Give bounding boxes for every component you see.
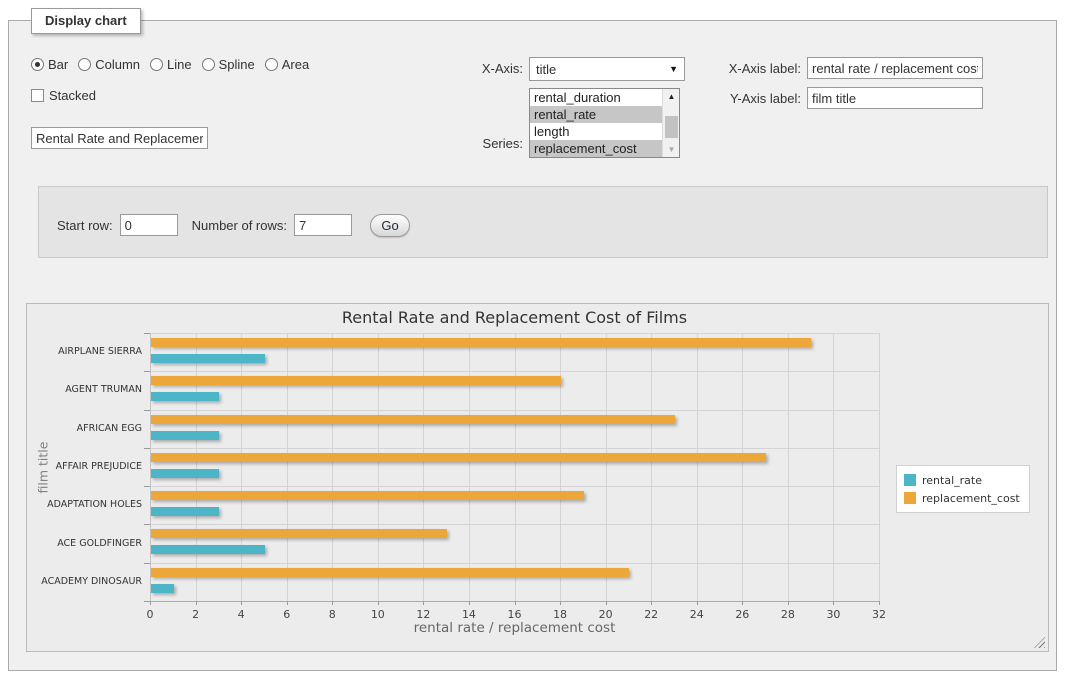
gridline-v: [196, 333, 197, 601]
num-rows-input[interactable]: [294, 214, 352, 236]
gridline-h: [150, 410, 879, 411]
chart-y-axis-title: film title: [36, 353, 51, 583]
legend-item-rental_rate[interactable]: rental_rate: [904, 471, 1020, 489]
legend-swatch-icon: [904, 474, 916, 486]
gridline-v: [833, 333, 834, 601]
radio-icon: [265, 58, 278, 71]
gridline-h: [150, 524, 879, 525]
legend-swatch-icon: [904, 492, 916, 504]
radio-icon: [150, 58, 163, 71]
radio-icon: [78, 58, 91, 71]
gridline-v: [287, 333, 288, 601]
gridline-v: [560, 333, 561, 601]
gridline-h: [150, 563, 879, 564]
dropdown-arrow-icon: ▼: [669, 64, 678, 74]
gridline-h: [150, 371, 879, 372]
resize-handle-icon[interactable]: [1034, 637, 1045, 648]
gridline-h: [150, 486, 879, 487]
chart-type-radio-column[interactable]: Column: [78, 57, 140, 72]
series-option-rental_duration[interactable]: rental_duration: [530, 89, 679, 106]
chart-type-radio-bar[interactable]: Bar: [31, 57, 68, 72]
bar-rental_rate[interactable]: [151, 392, 219, 401]
chart-type-radio-area[interactable]: Area: [265, 57, 309, 72]
y-axis-label-label: Y-Axis label:: [701, 91, 801, 106]
chart-x-axis-title: rental rate / replacement cost: [150, 620, 879, 636]
x-tick: [879, 601, 880, 605]
start-row-label: Start row:: [57, 218, 113, 233]
x-axis-selected-value: title: [536, 62, 669, 77]
scroll-down-icon[interactable]: ▼: [663, 142, 680, 157]
radio-icon: [202, 58, 215, 71]
bar-replacement_cost[interactable]: [151, 376, 561, 385]
chart-title-input[interactable]: [31, 127, 208, 149]
gridline-v: [332, 333, 333, 601]
gridline-v: [469, 333, 470, 601]
x-axis-select-label: X-Axis:: [431, 61, 523, 76]
series-listbox[interactable]: rental_durationrental_ratelengthreplacem…: [529, 88, 680, 158]
gridline-h: [150, 333, 879, 334]
series-options: rental_durationrental_ratelengthreplacem…: [530, 89, 679, 157]
radio-label: Column: [95, 57, 140, 72]
gridline-v: [788, 333, 789, 601]
gridline-v: [423, 333, 424, 601]
radio-label: Bar: [48, 57, 68, 72]
bar-replacement_cost[interactable]: [151, 415, 675, 424]
num-rows-label: Number of rows:: [192, 218, 287, 233]
y-axis-line: [150, 333, 151, 601]
bar-replacement_cost[interactable]: [151, 491, 584, 500]
bar-replacement_cost[interactable]: [151, 338, 811, 347]
series-option-length[interactable]: length: [530, 123, 679, 140]
bar-replacement_cost[interactable]: [151, 529, 447, 538]
go-button[interactable]: Go: [370, 214, 410, 237]
y-axis-label-input[interactable]: [807, 87, 983, 109]
stacked-checkbox[interactable]: Stacked: [31, 88, 96, 103]
legend-label: replacement_cost: [922, 492, 1020, 505]
fieldset-legend: Display chart: [31, 8, 141, 34]
row-params-box: Start row: Number of rows: Go: [38, 186, 1048, 258]
scrollbar-thumb[interactable]: [665, 116, 678, 138]
radio-label: Area: [282, 57, 309, 72]
start-row-input[interactable]: [120, 214, 178, 236]
checkbox-icon: [31, 89, 44, 102]
bar-rental_rate[interactable]: [151, 545, 265, 554]
gridline-v: [879, 333, 880, 601]
gridline-v: [515, 333, 516, 601]
radio-label: Line: [167, 57, 192, 72]
legend-item-replacement_cost[interactable]: replacement_cost: [904, 489, 1020, 507]
radio-icon: [31, 58, 44, 71]
x-axis-line: [150, 601, 879, 602]
series-scrollbar[interactable]: ▲ ▼: [662, 89, 679, 157]
stacked-label: Stacked: [49, 88, 96, 103]
chart-legend: rental_rate replacement_cost: [896, 465, 1030, 513]
scroll-up-icon[interactable]: ▲: [663, 89, 680, 104]
legend-label: rental_rate: [922, 474, 982, 487]
gridline-v: [651, 333, 652, 601]
series-option-replacement_cost[interactable]: replacement_cost: [530, 140, 679, 157]
x-axis-label-label: X-Axis label:: [701, 61, 801, 76]
bar-rental_rate[interactable]: [151, 354, 265, 363]
series-select-label: Series:: [431, 136, 523, 151]
gridline-v: [378, 333, 379, 601]
bar-rental_rate[interactable]: [151, 584, 174, 593]
chart-type-radio-line[interactable]: Line: [150, 57, 192, 72]
chart-type-radiogroup: Bar Column Line Spline Area: [31, 57, 319, 76]
chart-type-radio-spline[interactable]: Spline: [202, 57, 255, 72]
display-chart-fieldset: Display chart BarColumnLineSplineArea St…: [8, 20, 1057, 671]
bar-rental_rate[interactable]: [151, 431, 219, 440]
x-axis-label-input[interactable]: [807, 57, 983, 79]
gridline-v: [606, 333, 607, 601]
chart-container: Rental Rate and Replacement Cost of Film…: [26, 303, 1049, 652]
bar-replacement_cost[interactable]: [151, 568, 629, 577]
gridline-v: [742, 333, 743, 601]
x-axis-select[interactable]: title ▼: [529, 57, 685, 81]
bar-rental_rate[interactable]: [151, 469, 219, 478]
series-option-rental_rate[interactable]: rental_rate: [530, 106, 679, 123]
radio-label: Spline: [219, 57, 255, 72]
bar-replacement_cost[interactable]: [151, 453, 766, 462]
gridline-h: [150, 448, 879, 449]
gridline-v: [241, 333, 242, 601]
gridline-v: [697, 333, 698, 601]
chart-title: Rental Rate and Replacement Cost of Film…: [150, 308, 879, 327]
bar-rental_rate[interactable]: [151, 507, 219, 516]
